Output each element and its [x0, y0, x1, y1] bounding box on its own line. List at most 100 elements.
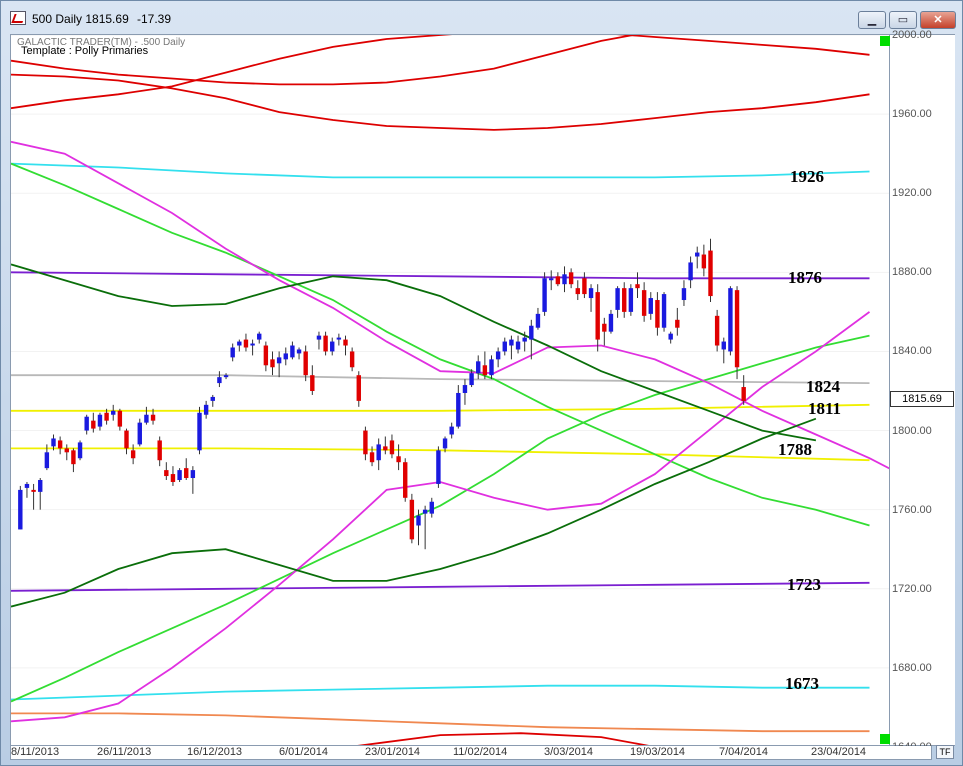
candle-body-40 — [283, 353, 288, 360]
candle-body-14 — [111, 410, 116, 415]
candle-body-72 — [495, 351, 501, 360]
candle-body-59 — [409, 499, 415, 540]
candle-body-71 — [489, 359, 494, 376]
x-tick-label: 6/01/2014 — [279, 746, 328, 758]
candle-body-74 — [509, 339, 514, 346]
bottom-right-marker-icon[interactable] — [880, 734, 890, 744]
x-axis[interactable]: 8/11/2013 26/11/2013 16/12/2013 6/01/2014 23… — [10, 746, 932, 760]
chart-header-template: Template : Polly Primaries — [21, 45, 149, 57]
restore-button[interactable]: ▭ — [889, 11, 917, 29]
candle-body-109 — [741, 387, 746, 401]
candle-body-68 — [469, 373, 474, 386]
candle-body-24 — [177, 470, 182, 480]
candle-body-52 — [363, 430, 368, 455]
candle-body-5 — [51, 438, 56, 447]
candle-body-80 — [549, 278, 554, 281]
level-label: 1723 — [787, 574, 821, 594]
candle-body-1 — [24, 483, 30, 488]
minimize-button[interactable]: ▁ — [858, 11, 886, 29]
candle-body-19 — [144, 414, 149, 423]
candle-body-26 — [190, 470, 196, 479]
close-button[interactable]: ✕ — [920, 11, 956, 29]
tf-button[interactable]: TF — [936, 745, 954, 759]
candle-body-37 — [263, 345, 269, 366]
candle-body-95 — [648, 298, 653, 314]
candle-body-69 — [476, 361, 481, 374]
candle-body-53 — [369, 452, 375, 463]
candle-body-76 — [522, 337, 527, 342]
candle-body-36 — [257, 333, 262, 340]
y-tick-label: 1880.00 — [892, 266, 932, 279]
candle-body-84 — [575, 288, 580, 295]
candle-body-73 — [502, 341, 507, 352]
candle-body-47 — [330, 341, 335, 352]
title-bar[interactable]: 500 Daily 1815.69 -17.39 ▁ ▭ ✕ — [1, 1, 962, 35]
candle-body-65 — [449, 426, 454, 435]
candle-body-6 — [57, 440, 63, 449]
candle-body-30 — [217, 377, 222, 384]
candle-body-61 — [422, 509, 428, 514]
candle-body-15 — [117, 410, 123, 427]
candle-body-77 — [529, 325, 534, 340]
x-tick-label: 23/04/2014 — [811, 746, 867, 758]
candle-body-63 — [436, 450, 441, 484]
cycle-line-darkgreen-16 — [11, 263, 817, 442]
candle-body-20 — [150, 414, 156, 421]
x-tick-label: 26/11/2013 — [97, 746, 152, 758]
cycle-line-gray-9 — [11, 374, 870, 384]
candle-body-25 — [184, 468, 189, 479]
candle-body-64 — [442, 438, 448, 449]
candle-body-70 — [482, 365, 488, 376]
candle-body-17 — [130, 450, 136, 459]
candle-body-86 — [588, 288, 594, 299]
y-tick-label: 2000.00 — [892, 29, 932, 41]
cycle-line-purple-4 — [11, 271, 870, 280]
candle-body-56 — [389, 440, 395, 455]
cycle-line-cyan-3 — [11, 162, 870, 179]
candle-body-2 — [31, 489, 36, 492]
y-tick-label: 1920.00 — [892, 187, 932, 200]
candle-body-46 — [323, 335, 328, 352]
level-label: 1673 — [785, 673, 819, 693]
candle-body-9 — [77, 442, 83, 459]
level-label: 1876 — [788, 268, 822, 288]
candle-body-42 — [296, 349, 302, 354]
candle-body-92 — [628, 288, 634, 312]
candle-body-13 — [104, 412, 109, 421]
candle-body-23 — [170, 474, 176, 482]
candle-body-107 — [728, 288, 733, 352]
candle-body-93 — [635, 284, 640, 289]
candle-body-10 — [84, 416, 89, 431]
candle-body-22 — [164, 470, 169, 477]
top-right-marker-icon[interactable] — [880, 36, 890, 46]
x-tick-label: 11/02/2014 — [453, 746, 508, 758]
candle-body-4 — [44, 452, 50, 469]
candle-body-108 — [734, 290, 740, 368]
candle-body-88 — [602, 323, 607, 332]
candle-body-35 — [250, 343, 255, 346]
candle-body-83 — [568, 272, 574, 285]
candle-body-27 — [197, 412, 202, 451]
candle-body-44 — [310, 375, 315, 391]
candle-body-39 — [276, 357, 282, 364]
candle-body-103 — [701, 254, 707, 269]
candle-body-0 — [18, 489, 23, 530]
candle-body-38 — [270, 359, 275, 368]
candle-body-96 — [655, 300, 660, 328]
candle-body-94 — [641, 290, 647, 316]
y-tick-label: 1680.00 — [892, 661, 932, 674]
y-tick-label: 1720.00 — [892, 582, 932, 595]
last-price-label: 1815.69 — [890, 390, 954, 407]
chart-window: 500 Daily 1815.69 -17.39 ▁ ▭ ✕ GALACTIC … — [0, 0, 963, 766]
candle-body-7 — [64, 448, 69, 453]
candle-body-79 — [542, 278, 547, 312]
candle-body-33 — [237, 341, 242, 346]
candle-body-49 — [343, 339, 348, 346]
candle-body-45 — [316, 335, 322, 340]
candle-body-82 — [562, 274, 567, 285]
cycle-line-cyan-6 — [11, 684, 870, 701]
candle-body-106 — [721, 341, 726, 350]
plot-area[interactable]: GALACTIC TRADER(TM) - .500 Daily Templat… — [10, 34, 890, 746]
candle-body-90 — [615, 288, 620, 310]
candle-body-31 — [223, 375, 229, 378]
